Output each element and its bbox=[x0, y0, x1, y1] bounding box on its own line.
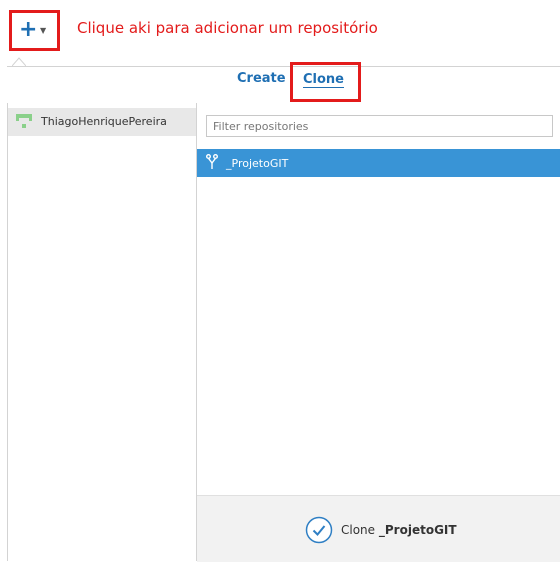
popover-pointer bbox=[12, 57, 26, 66]
plus-icon: + bbox=[19, 17, 38, 42]
tab-clone-label: Clone bbox=[303, 72, 344, 87]
clone-action-repo: _ProjetoGIT bbox=[378, 523, 457, 537]
check-circle-icon bbox=[305, 516, 333, 544]
top-toolbar: + ▼ Clique aki para adicionar um reposit… bbox=[0, 0, 560, 66]
action-bar: Clone _ProjetoGIT bbox=[197, 495, 560, 562]
repository-name: _ProjetoGIT bbox=[226, 157, 289, 170]
list-item-repository[interactable]: _ProjetoGIT bbox=[197, 149, 560, 177]
tab-bar: Create Clone bbox=[7, 62, 560, 103]
filter-repositories-input[interactable] bbox=[206, 115, 553, 137]
sidebar-item-account[interactable]: ThiagoHenriquePereira bbox=[8, 108, 196, 136]
caret-down-icon: ▼ bbox=[40, 26, 47, 35]
clone-action-prefix: Clone bbox=[341, 523, 376, 537]
tab-create[interactable]: Create bbox=[237, 71, 286, 86]
clone-action-label: Clone _ProjetoGIT bbox=[341, 523, 457, 537]
fork-icon bbox=[206, 154, 218, 169]
repository-panel: _ProjetoGIT Clone _ProjetoGIT bbox=[197, 103, 560, 562]
accounts-sidebar: ThiagoHenriquePereira bbox=[7, 103, 197, 561]
tab-clone[interactable]: Clone bbox=[290, 62, 361, 102]
account-name: ThiagoHenriquePereira bbox=[41, 115, 167, 128]
add-repository-button[interactable]: + ▼ bbox=[9, 10, 60, 51]
account-avatar-icon bbox=[16, 114, 32, 128]
annotation-text: Clique aki para adicionar um repositório bbox=[77, 19, 378, 37]
